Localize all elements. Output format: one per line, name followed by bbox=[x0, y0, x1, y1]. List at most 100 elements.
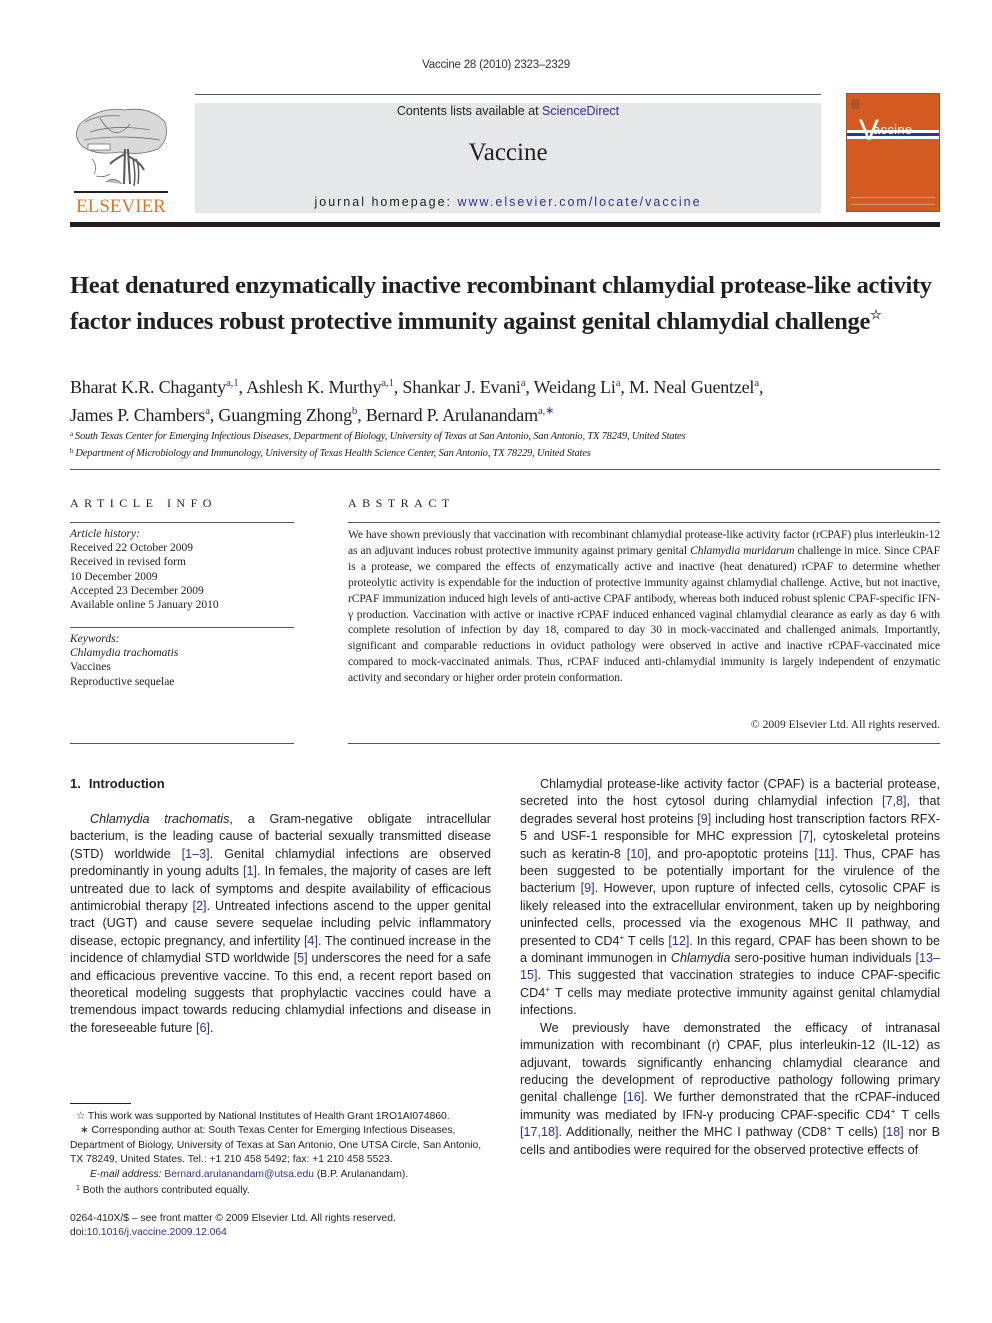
section-title: Introduction bbox=[88, 776, 165, 791]
sciencedirect-link[interactable]: ScienceDirect bbox=[542, 104, 619, 118]
email-footnote: E-mail address: Bernard.arulanandam@utsa… bbox=[70, 1168, 491, 1182]
author-list: Bharat K.R. Chagantya,1, Ashlesh K. Murt… bbox=[70, 377, 764, 425]
citation-link[interactable]: [6] bbox=[196, 1021, 210, 1035]
author-affiliation-mark[interactable]: a bbox=[521, 377, 526, 389]
text: T cells bbox=[624, 933, 669, 948]
history-item: Available online 5 January 2010 bbox=[70, 599, 219, 612]
doi-link[interactable]: 10.1016/j.vaccine.2009.12.064 bbox=[87, 1227, 227, 1238]
email-link[interactable]: Bernard.arulanandam@utsa.edu bbox=[164, 1169, 314, 1180]
citation-link[interactable]: [12] bbox=[668, 934, 689, 948]
keywords-rule bbox=[70, 627, 294, 628]
article-title: Heat denatured enzymatically inactive re… bbox=[70, 272, 940, 336]
email-label: E-mail address: bbox=[90, 1168, 162, 1180]
citation-link[interactable]: [9] bbox=[581, 881, 595, 895]
publisher-wordmark: ELSEVIER bbox=[76, 196, 166, 217]
funding-footnote: ☆ This work was supported by National In… bbox=[70, 1110, 491, 1124]
title-footnote-mark[interactable]: ☆ bbox=[870, 307, 882, 322]
text: T cells may mediate protective immunity … bbox=[520, 985, 940, 1018]
citation-link[interactable]: [16] bbox=[623, 1090, 644, 1104]
author[interactable]: Bernard P. Arulanandama,∗ bbox=[366, 405, 555, 425]
author[interactable]: Weidang Lia bbox=[534, 377, 621, 397]
author-affiliation-mark[interactable]: a,1 bbox=[381, 377, 394, 389]
journal-homepage-link[interactable]: www.elsevier.com/locate/vaccine bbox=[458, 195, 702, 209]
author[interactable]: James P. Chambersa bbox=[70, 405, 210, 425]
author-name: Shankar J. Evani bbox=[402, 377, 521, 397]
text: . bbox=[210, 1020, 214, 1035]
species-name: Chlamydia trachomatis bbox=[90, 812, 230, 826]
journal-name: Vaccine bbox=[468, 139, 548, 166]
journal-masthead: Contents lists available at ScienceDirec… bbox=[195, 103, 821, 213]
contents-prefix: Contents lists available at bbox=[396, 104, 543, 118]
footnote-mark: ∗ bbox=[80, 1125, 89, 1137]
front-matter: 0264-410X/$ – see front matter © 2009 El… bbox=[70, 1212, 491, 1241]
footnote-mark: ☆ bbox=[76, 1111, 86, 1122]
text: sero-positive human individuals bbox=[730, 951, 916, 966]
author[interactable]: M. Neal Guentzela bbox=[629, 377, 759, 397]
author[interactable]: Ashlesh K. Murthya,1 bbox=[246, 377, 394, 397]
author-affiliation-mark[interactable]: a bbox=[754, 377, 759, 389]
text: Chlamydial protease-like activity factor… bbox=[520, 777, 940, 809]
affiliation-mark: a bbox=[70, 430, 73, 438]
equal-contribution-footnote: 1 Both the authors contributed equally. bbox=[70, 1182, 491, 1198]
citation-link[interactable]: [10] bbox=[627, 847, 648, 861]
footnote-rule bbox=[70, 1103, 131, 1104]
author[interactable]: Guangming Zhongb bbox=[218, 405, 357, 425]
author-affiliation-mark[interactable]: a,∗ bbox=[538, 405, 554, 417]
author[interactable]: Bharat K.R. Chagantya,1 bbox=[70, 377, 239, 397]
author-affiliation-mark[interactable]: a bbox=[616, 377, 621, 389]
keyword: Chlamydia trachomatis bbox=[70, 647, 179, 660]
history-item: Received 22 October 2009 bbox=[70, 542, 193, 555]
cover-publisher-icon bbox=[851, 99, 859, 109]
homepage-line: journal homepage: www.elsevier.com/locat… bbox=[195, 195, 821, 209]
article-history: Article history: Received 22 October 200… bbox=[70, 527, 294, 612]
citation-link[interactable]: [2] bbox=[193, 899, 207, 913]
citation-link[interactable]: [1] bbox=[243, 864, 257, 878]
abstract-rule bbox=[348, 522, 940, 523]
contents-line: Contents lists available at ScienceDirec… bbox=[195, 104, 821, 118]
article-info-rule bbox=[70, 522, 294, 523]
citation-link[interactable]: [4] bbox=[304, 934, 318, 948]
article-info-bottom-rule bbox=[70, 743, 294, 744]
citation-link[interactable]: [9] bbox=[697, 812, 711, 826]
citation-link[interactable]: [5] bbox=[294, 951, 308, 965]
doi-prefix: doi: bbox=[70, 1227, 87, 1239]
author-affiliation-mark[interactable]: b bbox=[352, 405, 358, 417]
intro-paragraph: Chlamydial protease-like activity factor… bbox=[520, 776, 940, 1020]
cover-tagline bbox=[851, 197, 935, 205]
abstract-span: challenge in mice. Since CPAF is a prote… bbox=[348, 543, 940, 685]
citation-link[interactable]: [7,8] bbox=[882, 794, 907, 808]
publisher-logo[interactable]: ELSEVIER bbox=[70, 104, 172, 216]
citation-link[interactable]: [17,18] bbox=[520, 1125, 559, 1139]
abstract-bottom-rule bbox=[348, 743, 940, 744]
affiliation-a: a South Texas Center for Emerging Infecti… bbox=[70, 427, 940, 444]
author-affiliation-mark[interactable]: a,1 bbox=[226, 377, 239, 389]
affiliation-rule bbox=[70, 469, 940, 470]
section-number: 1. bbox=[70, 776, 81, 791]
abstract-copyright: © 2009 Elsevier Ltd. All rights reserved… bbox=[750, 718, 940, 731]
text: , and pro-apoptotic proteins bbox=[647, 846, 815, 861]
intro-right-column: Chlamydial protease-like activity factor… bbox=[520, 776, 940, 1159]
intro-paragraph: Chlamydia trachomatis, a Gram-negative o… bbox=[70, 811, 491, 1037]
author[interactable]: Shankar J. Evania bbox=[402, 377, 525, 397]
citation-link[interactable]: [11] bbox=[814, 847, 834, 861]
article-title-text: Heat denatured enzymatically inactive re… bbox=[70, 272, 932, 335]
keyword: Vaccines bbox=[70, 661, 111, 674]
keyword: Reproductive sequelae bbox=[70, 675, 175, 688]
abstract-heading: ABSTRACT bbox=[348, 496, 455, 510]
history-label: Article history: bbox=[70, 528, 140, 540]
citation-link[interactable]: [18] bbox=[883, 1125, 904, 1139]
journal-cover-thumbnail[interactable]: V accine bbox=[846, 93, 940, 212]
intro-paragraph: We previously have demonstrated the effi… bbox=[520, 1020, 940, 1159]
affiliation-text: South Texas Center for Emerging Infectio… bbox=[74, 431, 686, 442]
affiliation-mark: b bbox=[70, 447, 74, 455]
issn-line: 0264-410X/$ – see front matter © 2009 El… bbox=[70, 1213, 396, 1224]
author-affiliation-mark[interactable]: a bbox=[205, 405, 210, 417]
affiliation-b: b Department of Microbiology and Immunolo… bbox=[70, 444, 940, 461]
abstract-species: Chlamydia muridarum bbox=[690, 543, 795, 557]
abstract-text: We have shown previously that vaccinatio… bbox=[348, 527, 940, 686]
author-name: Weidang Li bbox=[533, 377, 616, 397]
keywords-label: Keywords: bbox=[70, 633, 120, 645]
citation-link[interactable]: [1–3] bbox=[182, 847, 210, 861]
footnotes: ☆ This work was supported by National In… bbox=[70, 1110, 491, 1198]
citation-link[interactable]: [7] bbox=[799, 829, 813, 843]
